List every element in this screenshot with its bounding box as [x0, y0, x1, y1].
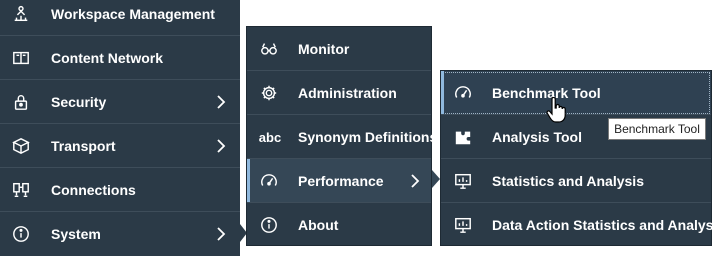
tooltip: Benchmark Tool	[608, 118, 706, 140]
gauge-icon	[453, 83, 473, 103]
gear-icon	[259, 83, 279, 103]
abc-icon: abc	[258, 129, 282, 145]
menu-item-workspace-management[interactable]: Workspace Management	[0, 0, 240, 36]
hover-indicator	[441, 71, 444, 114]
submenu-item-benchmark-tool[interactable]: Benchmark Tool	[441, 71, 711, 115]
chevron-right-icon	[216, 95, 226, 109]
submenu-item-statistics-and-analysis[interactable]: Statistics and Analysis	[441, 159, 711, 203]
glasses-icon	[259, 39, 279, 59]
chevron-right-icon	[216, 227, 226, 241]
workspace-icon	[11, 4, 31, 24]
submenu-item-administration[interactable]: Administration	[247, 71, 431, 115]
submenu-item-label: Monitor	[298, 41, 350, 57]
chevron-right-icon	[410, 174, 420, 188]
menu-item-label: Transport	[51, 138, 116, 154]
submenu-item-label: Data Action Statistics and Analysis	[492, 217, 712, 233]
main-navigation-menu: Workspace Management Content Network Sec…	[0, 0, 240, 256]
selection-indicator	[247, 159, 250, 202]
menu-item-label: Workspace Management	[51, 6, 215, 22]
menu-item-connections[interactable]: Connections	[0, 168, 240, 212]
submenu-item-label: Statistics and Analysis	[492, 173, 644, 189]
submenu-pointer	[432, 170, 440, 188]
system-submenu: Monitor Administration abc Synonym Defin…	[246, 26, 437, 247]
submenu-item-label: Analysis Tool	[492, 129, 582, 145]
menu-item-system[interactable]: System	[0, 212, 240, 256]
menu-item-label: System	[51, 226, 101, 242]
chevron-right-icon	[216, 139, 226, 153]
info-icon	[11, 224, 31, 244]
box-icon	[11, 136, 31, 156]
puzzle-icon	[453, 127, 473, 147]
gauge-icon	[259, 171, 279, 191]
menu-item-content-network[interactable]: Content Network	[0, 36, 240, 80]
submenu-item-label: Synonym Definitions	[298, 129, 438, 145]
menu-item-label: Connections	[51, 182, 136, 198]
menu-item-transport[interactable]: Transport	[0, 124, 240, 168]
info-icon	[259, 215, 279, 235]
menu-item-label: Security	[51, 94, 107, 110]
submenu-item-data-action-statistics[interactable]: Data Action Statistics and Analysis	[441, 203, 712, 247]
book-icon	[11, 48, 31, 68]
submenu-item-performance[interactable]: Performance	[247, 159, 431, 203]
menu-item-label: Content Network	[51, 50, 163, 66]
presentation-chart-icon	[453, 171, 473, 191]
lock-icon	[11, 92, 31, 112]
submenu-item-label: About	[298, 217, 339, 233]
submenu-item-monitor[interactable]: Monitor	[247, 27, 431, 71]
submenu-item-label: Administration	[298, 85, 397, 101]
hand-cursor-icon	[546, 96, 566, 123]
submenu-item-label: Performance	[298, 173, 384, 189]
submenu-item-synonym-definitions[interactable]: abc Synonym Definitions	[247, 115, 437, 159]
performance-submenu: Benchmark Tool Analysis Tool Statistics …	[440, 70, 712, 246]
submenu-item-about[interactable]: About	[247, 203, 431, 247]
presentation-chart-icon	[453, 215, 473, 235]
connections-icon	[11, 180, 31, 200]
menu-item-security[interactable]: Security	[0, 80, 240, 124]
